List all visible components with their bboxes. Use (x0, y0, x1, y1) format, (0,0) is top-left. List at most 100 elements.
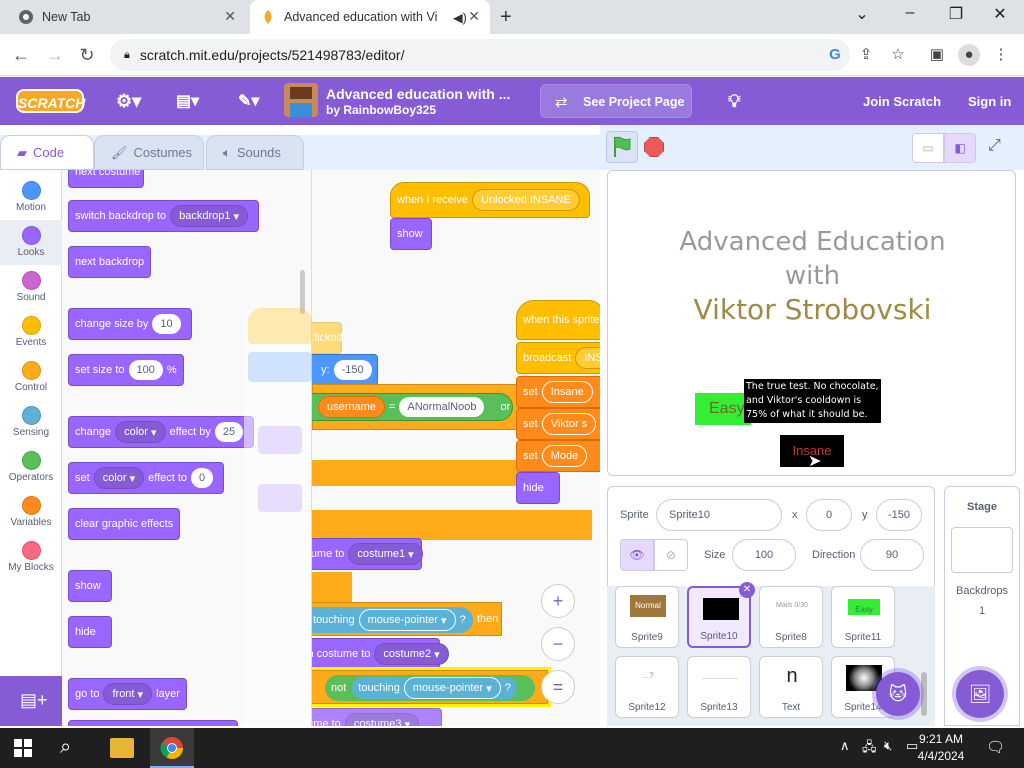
audio-icon[interactable]: ◀) (453, 10, 467, 25)
tab-costumes[interactable]: 🖌︎ Costumes (94, 135, 204, 170)
costume-dropdown[interactable]: costume1 ▾ (348, 543, 423, 565)
block-switch-costume-3[interactable]: costume tocostume3 ▾ (312, 708, 442, 726)
clock-date[interactable]: 4/4/2024 (914, 749, 968, 763)
google-icon[interactable]: G (824, 44, 846, 66)
tab-search-button[interactable]: ⌄ (848, 4, 876, 26)
edit-menu-icon[interactable]: ✎▾ (238, 77, 259, 125)
project-title[interactable]: Advanced education with ... (326, 86, 510, 102)
sprite-tile[interactable]: n Text (759, 656, 823, 718)
number-input[interactable]: 0 (191, 468, 214, 488)
sensing-touching[interactable]: touching mouse-pointer ▾ ? (352, 677, 517, 699)
sensing-touching[interactable]: touching mouse-pointer ▾ ? (312, 607, 473, 633)
tab-scratch[interactable]: Advanced education with Vi ◀) ✕ (250, 0, 490, 34)
large-stage-icon[interactable]: ◧ (944, 133, 976, 163)
effect-dropdown[interactable]: color ▾ (115, 421, 166, 443)
volume-icon[interactable]: 🔇︎ (884, 738, 892, 754)
file-menu-icon[interactable]: ▤▾ (176, 77, 199, 125)
category-motion[interactable]: Motion (0, 175, 62, 220)
hide-sprite-eye-icon[interactable]: ⊘ (654, 539, 688, 571)
block-when-clicked-ghost[interactable]: clicked (312, 322, 343, 354)
minimize-button[interactable]: – (896, 4, 924, 26)
tray-chevron-icon[interactable]: ∧ (840, 738, 850, 754)
block-switch-costume-1[interactable]: switch costume tocostume1 ▾ (312, 538, 423, 570)
block-change-effect[interactable]: change color ▾ effect by 25 (68, 416, 255, 448)
y-field[interactable]: -150 (876, 499, 922, 531)
restore-button[interactable]: ❐ (942, 4, 970, 26)
block-switch-backdrop[interactable]: switch backdrop to backdrop1 ▾ (68, 200, 260, 232)
touching-dropdown[interactable]: mouse-pointer ▾ (403, 677, 501, 699)
sprite-tile[interactable]: Sprite13 (687, 656, 751, 718)
message-dropdown[interactable]: INS (575, 347, 600, 369)
chrome-taskbar-button[interactable] (150, 728, 194, 768)
see-project-page-button[interactable]: ⇄ See Project Page (540, 84, 692, 118)
stop-icon[interactable] (644, 137, 664, 157)
file-explorer-icon[interactable] (110, 738, 134, 758)
sprite-list-scrollbar[interactable] (919, 586, 929, 726)
block-set-size[interactable]: set size to 100% (68, 354, 184, 386)
layer-dropdown[interactable]: front ▾ (103, 683, 153, 705)
tab-code[interactable]: ▰ Code (0, 135, 94, 170)
zoom-in-button[interactable]: + (541, 584, 575, 618)
category-operators[interactable]: Operators (0, 445, 62, 490)
scratch-logo[interactable]: SCRATCH (16, 89, 85, 113)
block-clear-effects[interactable]: clear graphic effects (68, 508, 181, 540)
add-extension-button[interactable]: ▤+ (0, 676, 62, 726)
windows-start-icon[interactable] (14, 739, 32, 757)
variable-dropdown[interactable]: Insane (541, 381, 593, 403)
block-hide[interactable]: hide (68, 616, 112, 648)
search-icon[interactable]: ⌕ (60, 736, 71, 759)
number-input[interactable]: 10 (152, 314, 181, 334)
stage-thumbnail[interactable] (951, 527, 1013, 573)
username-reporter[interactable]: username (318, 396, 385, 418)
category-looks[interactable]: Looks (0, 220, 62, 265)
share-icon[interactable]: ⇪ (855, 44, 877, 66)
category-control[interactable]: Control (0, 355, 62, 400)
close-tab-icon[interactable]: ✕ (224, 8, 236, 25)
number-input[interactable]: -150 (333, 360, 372, 380)
block-when-sprite-clicked[interactable]: when this sprite clicked (516, 300, 600, 340)
green-flag-button[interactable] (606, 131, 638, 163)
easy-button[interactable]: Easy (695, 393, 751, 425)
category-events[interactable]: Events (0, 310, 62, 355)
category-sound[interactable]: Sound (0, 265, 62, 310)
clock-time[interactable]: 9:21 AM (916, 732, 966, 746)
block-set-mode[interactable]: set Mode (516, 440, 600, 472)
sprite-tile[interactable]: Normal Sprite9 (615, 586, 679, 648)
block-hide[interactable]: hide (516, 472, 560, 504)
delete-sprite-icon[interactable]: ✕ (739, 582, 755, 598)
direction-field[interactable]: 90 (860, 539, 924, 571)
zoom-reset-button[interactable]: = (541, 670, 575, 704)
costume-dropdown[interactable]: costume2 ▾ (374, 643, 449, 665)
effect-dropdown[interactable]: color ▾ (93, 467, 145, 489)
block-go-to-xy[interactable]: y: -150 (312, 354, 378, 386)
block-show[interactable]: show (390, 218, 432, 250)
profile-avatar-icon[interactable]: ● (958, 44, 980, 66)
block-set-effect[interactable]: set color ▾ effect to 0 (68, 462, 225, 494)
choose-backdrop-icon[interactable]: 🖼︎ (956, 670, 1004, 718)
block-when-i-receive[interactable]: when I receive Unlocked INSANE (390, 182, 590, 218)
project-author[interactable]: by RainbowBoy325 (326, 103, 436, 117)
tab-new-tab[interactable]: New Tab ✕ (8, 0, 246, 34)
theme-lightbulb-icon[interactable]: 💡︎ (728, 77, 741, 125)
sprite-tile[interactable]: Easy Sprite11 (831, 586, 895, 648)
message-dropdown[interactable]: Unlocked INSANE (471, 189, 580, 211)
sprite-tile-selected[interactable]: ✕ Sprite10 (687, 582, 755, 648)
choose-sprite-cat-icon[interactable]: 🐱︎ (876, 672, 920, 716)
block-next-backdrop[interactable]: next backdrop (68, 246, 152, 278)
variable-dropdown[interactable]: Viktor s (541, 413, 597, 435)
number-input[interactable]: 25 (214, 422, 244, 442)
touching-dropdown[interactable]: mouse-pointer ▾ (358, 609, 456, 631)
block-go-to-layer[interactable]: go to front ▾ layer (68, 678, 187, 710)
block-switch-costume-2[interactable]: switch costume tocostume2 ▾ (312, 638, 449, 670)
chrome-menu-icon[interactable]: ⋮ (990, 44, 1012, 66)
small-stage-icon[interactable]: ▭ (912, 133, 944, 163)
forward-icon[interactable]: → (42, 42, 68, 68)
block-show[interactable]: show (68, 570, 112, 602)
category-variables[interactable]: Variables (0, 490, 62, 535)
sign-in-link[interactable]: Sign in (968, 77, 1011, 125)
block-change-size[interactable]: change size by 10 (68, 308, 192, 340)
block-broadcast[interactable]: broadcast INS (516, 342, 600, 374)
url-field[interactable]: 🔒︎ scratch.mit.edu/projects/521498783/ed… (110, 39, 850, 71)
notifications-icon[interactable]: 🗨︎ (986, 738, 1005, 756)
operator-not[interactable]: not touching mouse-pointer ▾ ? (325, 675, 535, 701)
